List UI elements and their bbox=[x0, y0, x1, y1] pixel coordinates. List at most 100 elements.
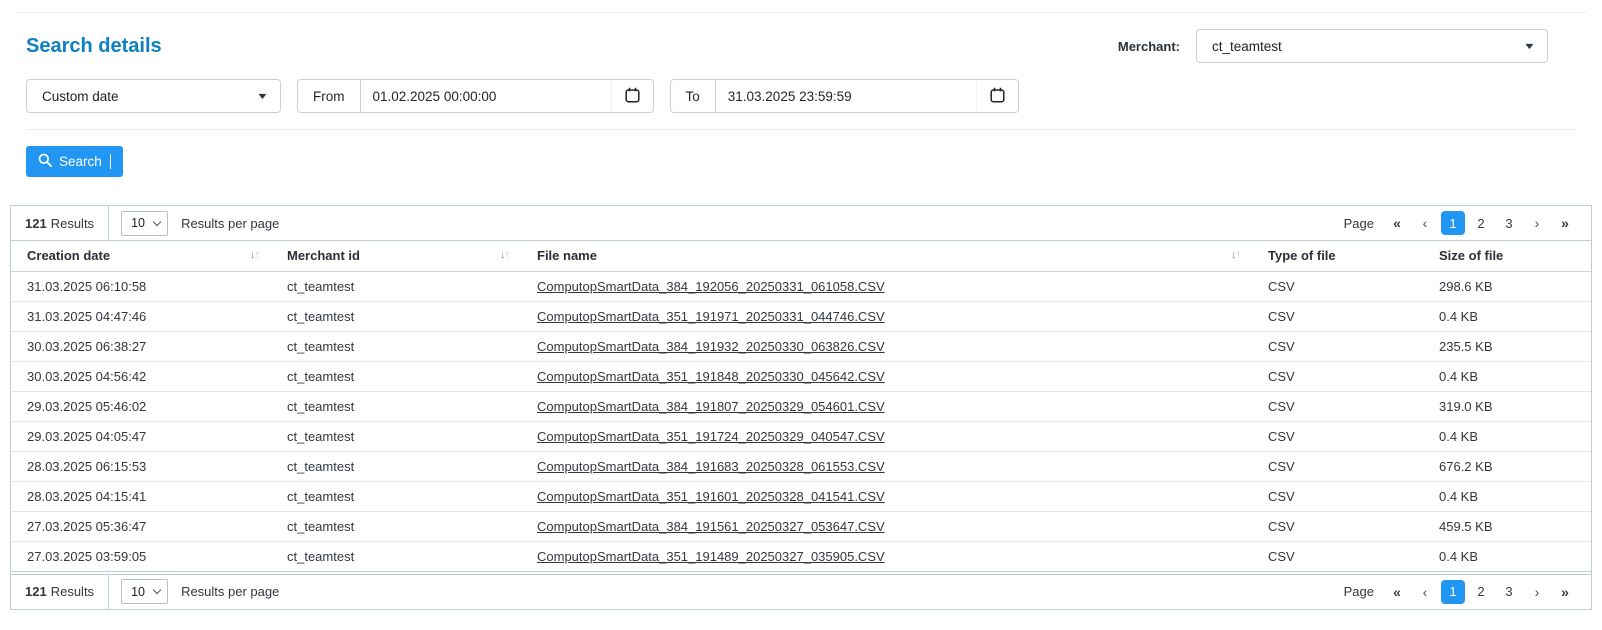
from-calendar-button[interactable] bbox=[611, 80, 653, 112]
column-header-label: Size of file bbox=[1439, 248, 1503, 263]
file-download-link[interactable]: ComputopSmartData_384_191932_20250330_06… bbox=[537, 339, 885, 354]
from-date-input[interactable] bbox=[361, 80, 611, 112]
file-download-link[interactable]: ComputopSmartData_351_191971_20250331_04… bbox=[537, 309, 885, 324]
file-download-link[interactable]: ComputopSmartData_351_191848_20250330_04… bbox=[537, 369, 885, 384]
merchant-id-cell: ct_teamtest bbox=[271, 271, 521, 301]
file-download-link[interactable]: ComputopSmartData_384_191561_20250327_05… bbox=[537, 519, 885, 534]
file-type-cell: CSV bbox=[1252, 541, 1423, 571]
calendar-icon bbox=[990, 87, 1005, 106]
search-button[interactable]: Search bbox=[26, 146, 123, 177]
merchant-id-cell: ct_teamtest bbox=[271, 331, 521, 361]
column-header-label: Creation date bbox=[27, 248, 110, 263]
file-type-cell: CSV bbox=[1252, 451, 1423, 481]
file-name-cell: ComputopSmartData_351_191848_20250330_04… bbox=[521, 361, 1252, 391]
file-size-cell: 319.0 KB bbox=[1423, 391, 1591, 421]
results-table-container: 121 Results 10 Results per page Page « ‹… bbox=[10, 205, 1592, 610]
file-name-cell: ComputopSmartData_351_191724_20250329_04… bbox=[521, 421, 1252, 451]
file-type-cell: CSV bbox=[1252, 331, 1423, 361]
results-count: 121 Results bbox=[11, 575, 109, 609]
column-header-label: Type of file bbox=[1268, 248, 1336, 263]
results-table: Creation date ↓↑ Merchant id ↓↑ File nam… bbox=[11, 241, 1591, 572]
pagination-page-1[interactable]: 1 bbox=[1441, 211, 1465, 235]
merchant-group: Merchant: ct_teamtest ▼ bbox=[1118, 29, 1548, 63]
column-header-file-name[interactable]: File name ↓↑ bbox=[521, 241, 1252, 271]
table-row: 28.03.2025 04:15:41 ct_teamtest Computop… bbox=[11, 481, 1591, 511]
file-type-cell: CSV bbox=[1252, 391, 1423, 421]
file-type-cell: CSV bbox=[1252, 481, 1423, 511]
sort-icon[interactable]: ↓↑ bbox=[500, 250, 509, 261]
search-icon bbox=[38, 153, 52, 170]
from-label: From bbox=[298, 80, 361, 112]
date-range-dropdown[interactable]: Custom date ▼ bbox=[26, 79, 281, 113]
pagination-prev-button[interactable]: ‹ bbox=[1413, 211, 1437, 235]
pagination-next-button[interactable]: › bbox=[1525, 211, 1549, 235]
from-date-group: From bbox=[297, 79, 654, 113]
per-page-label: Results per page bbox=[181, 216, 279, 231]
results-count-number: 121 bbox=[25, 584, 47, 599]
to-date-group: To bbox=[670, 79, 1019, 113]
table-body: 31.03.2025 06:10:58 ct_teamtest Computop… bbox=[11, 271, 1591, 571]
creation-date-cell: 28.03.2025 06:15:53 bbox=[11, 451, 271, 481]
sort-icon[interactable]: ↓↑ bbox=[1231, 250, 1240, 261]
results-count: 121 Results bbox=[11, 206, 109, 240]
merchant-id-cell: ct_teamtest bbox=[271, 451, 521, 481]
file-name-cell: ComputopSmartData_384_192056_20250331_06… bbox=[521, 271, 1252, 301]
column-header-merchant-id[interactable]: Merchant id ↓↑ bbox=[271, 241, 521, 271]
file-size-cell: 0.4 KB bbox=[1423, 301, 1591, 331]
pagination-first-button[interactable]: « bbox=[1385, 580, 1409, 604]
per-page-select[interactable]: 10 bbox=[121, 211, 168, 236]
table-row: 27.03.2025 03:59:05 ct_teamtest Computop… bbox=[11, 541, 1591, 571]
pagination-page-3[interactable]: 3 bbox=[1497, 211, 1521, 235]
file-size-cell: 0.4 KB bbox=[1423, 541, 1591, 571]
creation-date-cell: 27.03.2025 05:36:47 bbox=[11, 511, 271, 541]
file-name-cell: ComputopSmartData_351_191971_20250331_04… bbox=[521, 301, 1252, 331]
pagination-page-1[interactable]: 1 bbox=[1441, 580, 1465, 604]
pagination-page-2[interactable]: 2 bbox=[1469, 580, 1493, 604]
file-name-cell: ComputopSmartData_384_191807_20250329_05… bbox=[521, 391, 1252, 421]
merchant-id-cell: ct_teamtest bbox=[271, 421, 521, 451]
to-calendar-button[interactable] bbox=[976, 80, 1018, 112]
column-header-label: Merchant id bbox=[287, 248, 360, 263]
file-size-cell: 459.5 KB bbox=[1423, 511, 1591, 541]
chevron-down-icon: ▼ bbox=[256, 92, 269, 101]
results-bar-left: 121 Results 10 Results per page bbox=[11, 575, 279, 609]
pagination-last-button[interactable]: » bbox=[1553, 211, 1577, 235]
column-header-creation-date[interactable]: Creation date ↓↑ bbox=[11, 241, 271, 271]
file-download-link[interactable]: ComputopSmartData_351_191489_20250327_03… bbox=[537, 549, 885, 564]
sort-icon[interactable]: ↓↑ bbox=[250, 250, 259, 261]
merchant-dropdown[interactable]: ct_teamtest ▼ bbox=[1196, 29, 1548, 63]
file-download-link[interactable]: ComputopSmartData_384_191807_20250329_05… bbox=[537, 399, 885, 414]
creation-date-cell: 30.03.2025 06:38:27 bbox=[11, 331, 271, 361]
file-name-cell: ComputopSmartData_351_191601_20250328_04… bbox=[521, 481, 1252, 511]
chevron-down-icon: ▼ bbox=[1523, 42, 1536, 51]
merchant-id-cell: ct_teamtest bbox=[271, 391, 521, 421]
table-row: 31.03.2025 04:47:46 ct_teamtest Computop… bbox=[11, 301, 1591, 331]
per-page-select[interactable]: 10 bbox=[121, 579, 168, 604]
file-download-link[interactable]: ComputopSmartData_351_191724_20250329_04… bbox=[537, 429, 885, 444]
file-type-cell: CSV bbox=[1252, 301, 1423, 331]
table-row: 30.03.2025 04:56:42 ct_teamtest Computop… bbox=[11, 361, 1591, 391]
pagination-next-button[interactable]: › bbox=[1525, 580, 1549, 604]
creation-date-cell: 29.03.2025 04:05:47 bbox=[11, 421, 271, 451]
results-count-number: 121 bbox=[25, 216, 47, 231]
file-size-cell: 676.2 KB bbox=[1423, 451, 1591, 481]
file-download-link[interactable]: ComputopSmartData_384_191683_20250328_06… bbox=[537, 459, 885, 474]
file-size-cell: 298.6 KB bbox=[1423, 271, 1591, 301]
table-row: 29.03.2025 05:46:02 ct_teamtest Computop… bbox=[11, 391, 1591, 421]
results-bar-bottom: 121 Results 10 Results per page Page « ‹… bbox=[11, 574, 1591, 609]
file-download-link[interactable]: ComputopSmartData_384_192056_20250331_06… bbox=[537, 279, 885, 294]
pagination-last-button[interactable]: » bbox=[1553, 580, 1577, 604]
pagination-first-button[interactable]: « bbox=[1385, 211, 1409, 235]
creation-date-cell: 30.03.2025 04:56:42 bbox=[11, 361, 271, 391]
creation-date-cell: 31.03.2025 04:47:46 bbox=[11, 301, 271, 331]
file-name-cell: ComputopSmartData_384_191683_20250328_06… bbox=[521, 451, 1252, 481]
pagination-page-3[interactable]: 3 bbox=[1497, 580, 1521, 604]
pagination-page-2[interactable]: 2 bbox=[1469, 211, 1493, 235]
merchant-value: ct_teamtest bbox=[1212, 39, 1282, 54]
creation-date-cell: 29.03.2025 05:46:02 bbox=[11, 391, 271, 421]
file-download-link[interactable]: ComputopSmartData_351_191601_20250328_04… bbox=[537, 489, 885, 504]
file-name-cell: ComputopSmartData_384_191561_20250327_05… bbox=[521, 511, 1252, 541]
file-type-cell: CSV bbox=[1252, 511, 1423, 541]
to-date-input[interactable] bbox=[716, 80, 976, 112]
pagination-prev-button[interactable]: ‹ bbox=[1413, 580, 1437, 604]
